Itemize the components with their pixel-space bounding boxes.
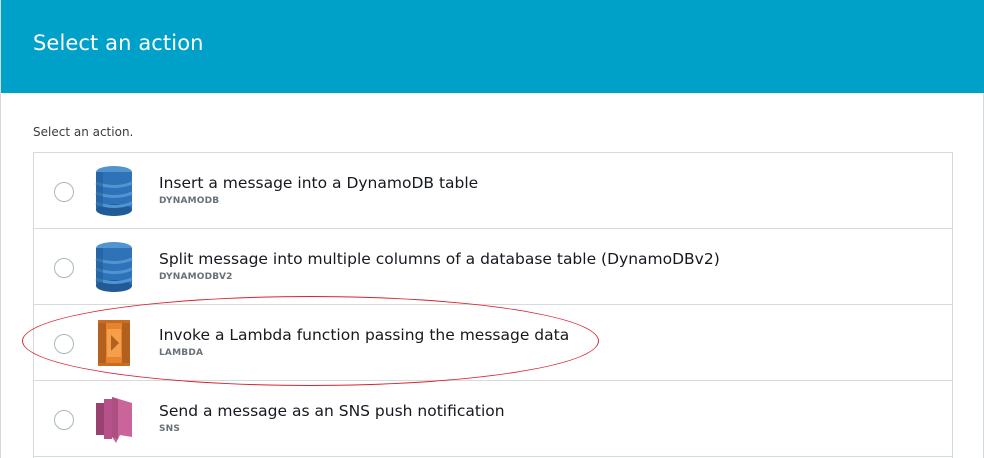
sns-icon [96, 397, 132, 443]
action-dialog: Select an action Select an action. Inser… [0, 0, 984, 458]
action-code: SNS [159, 424, 181, 434]
action-title: Send a message as an SNS push notificati… [159, 402, 505, 420]
dynamodb-icon [95, 242, 133, 292]
dialog-title: Select an action [33, 31, 204, 55]
radio-dynamodb[interactable] [54, 182, 74, 202]
action-code: LAMBDA [159, 348, 204, 358]
action-item-sns[interactable]: Send a message as an SNS push notificati… [34, 381, 952, 457]
dialog-subtitle: Select an action. [33, 125, 134, 139]
radio-dynamodbv2[interactable] [54, 258, 74, 278]
dialog-header: Select an action [1, 0, 984, 93]
radio-sns[interactable] [54, 410, 74, 430]
action-code: DYNAMODBV2 [159, 272, 233, 282]
radio-lambda[interactable] [54, 334, 74, 354]
action-item-dynamodb[interactable]: Insert a message into a DynamoDB table D… [34, 153, 952, 229]
action-list: Insert a message into a DynamoDB table D… [33, 152, 953, 458]
action-title: Split message into multiple columns of a… [159, 250, 720, 268]
lambda-icon [98, 320, 130, 366]
dynamodb-icon [95, 166, 133, 216]
action-title: Invoke a Lambda function passing the mes… [159, 326, 570, 344]
action-item-lambda[interactable]: Invoke a Lambda function passing the mes… [34, 305, 952, 381]
action-title: Insert a message into a DynamoDB table [159, 174, 479, 192]
action-code: DYNAMODB [159, 196, 220, 206]
action-item-dynamodbv2[interactable]: Split message into multiple columns of a… [34, 229, 952, 305]
